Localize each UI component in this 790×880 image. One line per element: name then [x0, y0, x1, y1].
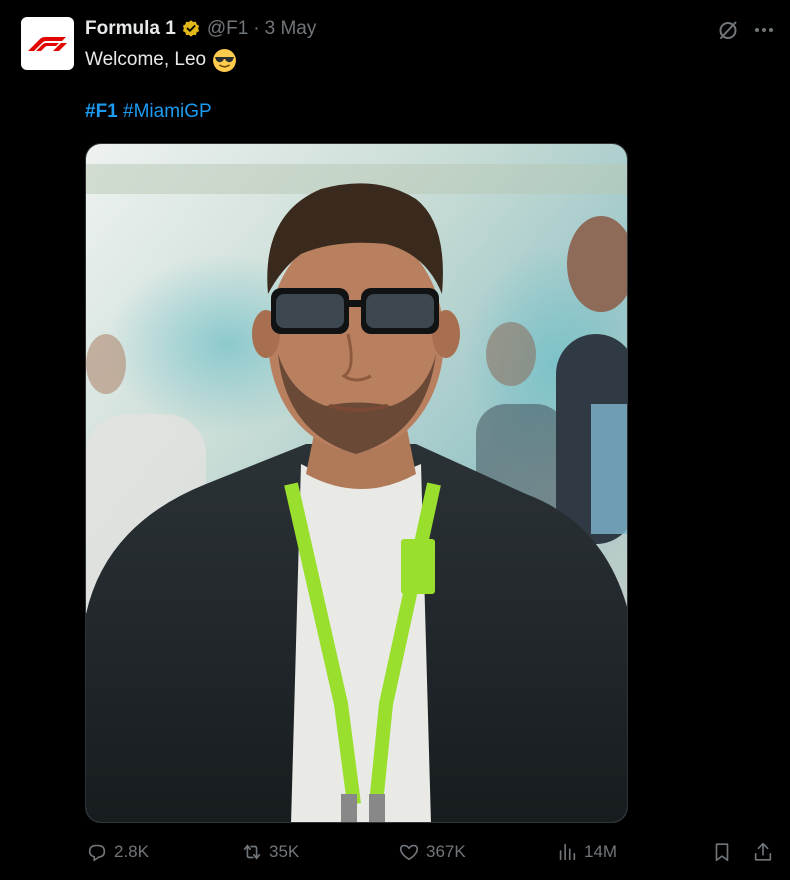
repost-button[interactable]: 35K — [241, 840, 299, 864]
heart-icon — [399, 844, 419, 861]
views-button[interactable]: 14M — [556, 840, 617, 864]
tweet-text: Welcome, Leo — [85, 47, 237, 73]
repost-count: 35K — [269, 842, 300, 861]
reply-button[interactable]: 2.8K — [86, 840, 149, 864]
hashtag-f1[interactable]: #F1 — [85, 101, 118, 122]
tweet-header: Formula 1 @F1 · 3 May — [85, 16, 316, 42]
tweet-photo[interactable] — [85, 143, 628, 823]
sunglasses-emoji-icon — [213, 48, 237, 72]
avatar[interactable] — [21, 17, 74, 70]
bookmark-icon — [715, 843, 729, 862]
tweet-actions: 2.8K 35K 367K 14M — [0, 832, 790, 872]
reply-icon — [88, 844, 106, 862]
tweet[interactable]: Formula 1 @F1 · 3 May Welcome, Leo #F1 #… — [0, 0, 790, 880]
hashtag-miamigp[interactable]: #MiamiGP — [123, 101, 212, 122]
repost-icon — [243, 844, 261, 860]
separator-dot: · — [253, 18, 260, 39]
share-icon — [754, 842, 772, 861]
photo-image — [86, 144, 627, 822]
reply-count: 2.8K — [114, 842, 149, 861]
like-count: 367K — [426, 842, 466, 861]
bookmark-button[interactable] — [711, 840, 733, 864]
share-button[interactable] — [752, 840, 774, 864]
more-options-icon[interactable] — [752, 18, 776, 42]
like-button[interactable]: 367K — [398, 840, 466, 864]
grok-icon[interactable] — [716, 18, 740, 42]
f1-logo-icon — [28, 37, 67, 51]
author-handle[interactable]: @F1 — [207, 18, 248, 40]
verified-badge-icon[interactable] — [181, 19, 201, 39]
tweet-text-content: Welcome, Leo — [85, 49, 207, 70]
analytics-icon — [559, 843, 576, 861]
view-count: 14M — [584, 842, 618, 861]
hashtags: #F1 #MiamiGP — [85, 99, 212, 125]
author-name[interactable]: Formula 1 — [85, 18, 176, 40]
tweet-date[interactable]: 3 May — [265, 18, 317, 40]
